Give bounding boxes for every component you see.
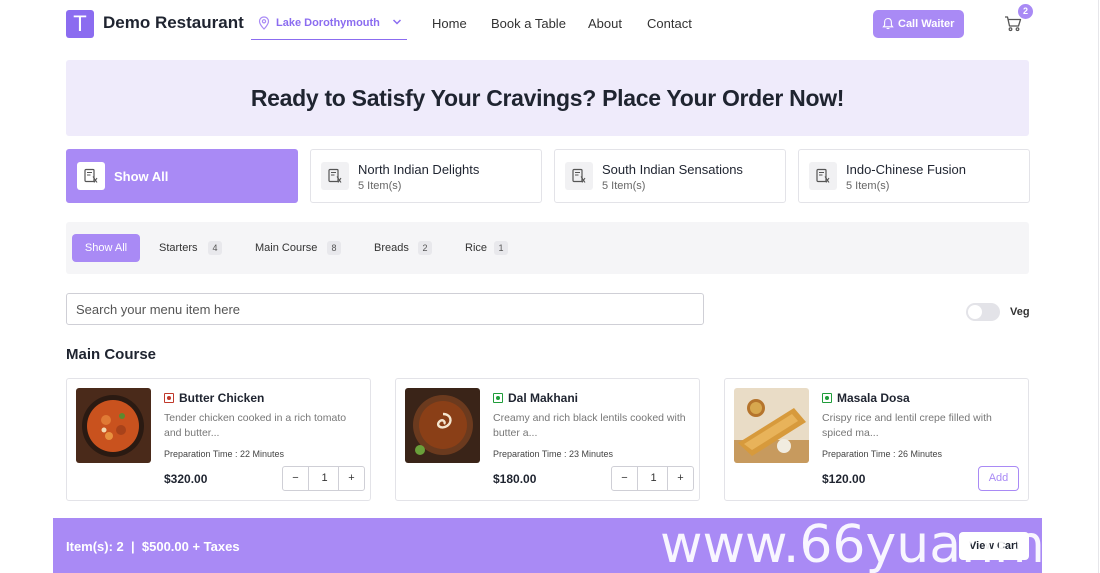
search-input[interactable]	[66, 293, 704, 325]
dish-description: Tender chicken cooked in a rich tomato a…	[164, 412, 347, 439]
category-label: South Indian Sensations	[602, 162, 743, 177]
preparation-time: Preparation Time : 22 Minutes	[164, 449, 285, 459]
category-indo-chinese[interactable]: Indo-Chinese Fusion 5 Item(s)	[798, 149, 1030, 203]
subtab-rice[interactable]: Rice 1	[465, 234, 511, 262]
subtab-starters[interactable]: Starters 4	[159, 234, 222, 262]
dish-description: Creamy and rich black lentils cooked wit…	[493, 412, 686, 439]
hero-banner: Ready to Satisfy Your Cravings? Place Yo…	[66, 60, 1029, 136]
restaurant-name[interactable]: Demo Restaurant	[103, 13, 244, 33]
category-count: 5 Item(s)	[602, 180, 646, 192]
location-selector[interactable]: Lake Dorothymouth	[251, 11, 407, 40]
subtab-breads[interactable]: Breads 2	[374, 234, 434, 262]
preparation-time: Preparation Time : 23 Minutes	[493, 449, 614, 459]
menu-icon	[321, 162, 349, 190]
dish-card: Butter Chicken Tender chicken cooked in …	[66, 378, 371, 501]
preparation-time: Preparation Time : 26 Minutes	[822, 449, 943, 459]
bell-icon	[882, 17, 894, 30]
cart-count-badge: 2	[1018, 4, 1033, 19]
toggle-knob	[968, 305, 982, 319]
dish-price: $320.00	[164, 472, 208, 486]
subtab-count: 1	[494, 241, 508, 255]
page-edge-divider	[1098, 0, 1099, 573]
category-count: 5 Item(s)	[358, 180, 402, 192]
location-label: Lake Dorothymouth	[276, 17, 380, 29]
quantity-value: 1	[650, 472, 657, 484]
nav-about[interactable]: About	[588, 16, 622, 31]
call-waiter-button[interactable]: Call Waiter	[873, 10, 964, 38]
dish-price: $120.00	[822, 472, 866, 486]
dish-card: Masala Dosa Crispy rice and lentil crepe…	[724, 378, 1029, 501]
increase-quantity-button[interactable]: +	[667, 467, 693, 490]
nav-book-table[interactable]: Book a Table	[491, 16, 566, 31]
dish-description: Crispy rice and lentil crepe filled with…	[822, 412, 992, 439]
subtab-show-all[interactable]: Show All	[72, 234, 140, 262]
subtab-label: Rice	[465, 242, 488, 254]
dish-name[interactable]: Dal Makhani	[508, 391, 578, 405]
category-label: Indo-Chinese Fusion	[846, 162, 966, 177]
location-pin-icon	[258, 16, 270, 30]
logo[interactable]: T	[66, 10, 94, 38]
veg-toggle[interactable]	[966, 303, 1000, 321]
veg-indicator-icon	[493, 393, 503, 403]
dish-name[interactable]: Butter Chicken	[179, 391, 264, 405]
menu-icon	[77, 162, 105, 190]
dish-image	[405, 388, 480, 463]
chevron-down-icon	[392, 19, 402, 25]
dish-image	[76, 388, 151, 463]
subtab-count: 4	[208, 241, 222, 255]
subtab-label: Main Course	[255, 242, 318, 254]
dish-card: Dal Makhani Creamy and rich black lentil…	[395, 378, 700, 501]
subtab-label: Breads	[374, 242, 409, 254]
category-show-all[interactable]: Show All	[66, 149, 298, 203]
dish-price: $180.00	[493, 472, 537, 486]
subtab-count: 8	[327, 241, 341, 255]
nav-contact[interactable]: Contact	[647, 16, 692, 31]
top-header: T Demo Restaurant Lake Dorothymouth Home…	[0, 0, 1100, 48]
subcategory-tabs: Show All Starters 4 Main Course 8 Breads…	[66, 222, 1029, 274]
view-cart-button[interactable]: View Cart	[959, 532, 1029, 560]
add-to-cart-button[interactable]: Add	[978, 466, 1019, 491]
quantity-stepper: − 1 +	[282, 466, 365, 491]
subtab-main-course[interactable]: Main Course 8	[255, 234, 343, 262]
category-north-indian[interactable]: North Indian Delights 5 Item(s)	[310, 149, 542, 203]
veg-toggle-label: Veg	[1010, 306, 1030, 318]
subtab-count: 2	[418, 241, 432, 255]
category-label: North Indian Delights	[358, 162, 480, 177]
increase-quantity-button[interactable]: +	[338, 467, 364, 490]
nav-home[interactable]: Home	[432, 16, 467, 31]
section-title: Main Course	[66, 346, 157, 363]
subtab-label: Starters	[159, 242, 198, 254]
menu-icon	[809, 162, 837, 190]
decrease-quantity-button[interactable]: −	[283, 467, 309, 490]
call-waiter-label: Call Waiter	[898, 18, 955, 30]
dish-image	[734, 388, 809, 463]
cart-summary-bar: Item(s): 2 | $500.00 + Taxes View Cart	[53, 518, 1042, 573]
category-count: 5 Item(s)	[846, 180, 890, 192]
menu-icon	[565, 162, 593, 190]
veg-indicator-icon	[822, 393, 832, 403]
category-label: Show All	[114, 169, 169, 184]
decrease-quantity-button[interactable]: −	[612, 467, 638, 490]
category-south-indian[interactable]: South Indian Sensations 5 Item(s)	[554, 149, 786, 203]
quantity-stepper: − 1 +	[611, 466, 694, 491]
cart-icon[interactable]	[1004, 15, 1022, 32]
non-veg-indicator-icon	[164, 393, 174, 403]
dish-name[interactable]: Masala Dosa	[837, 391, 910, 405]
quantity-value: 1	[321, 472, 328, 484]
hero-headline: Ready to Satisfy Your Cravings? Place Yo…	[250, 85, 845, 111]
cart-summary-text: Item(s): 2 | $500.00 + Taxes	[66, 539, 240, 554]
